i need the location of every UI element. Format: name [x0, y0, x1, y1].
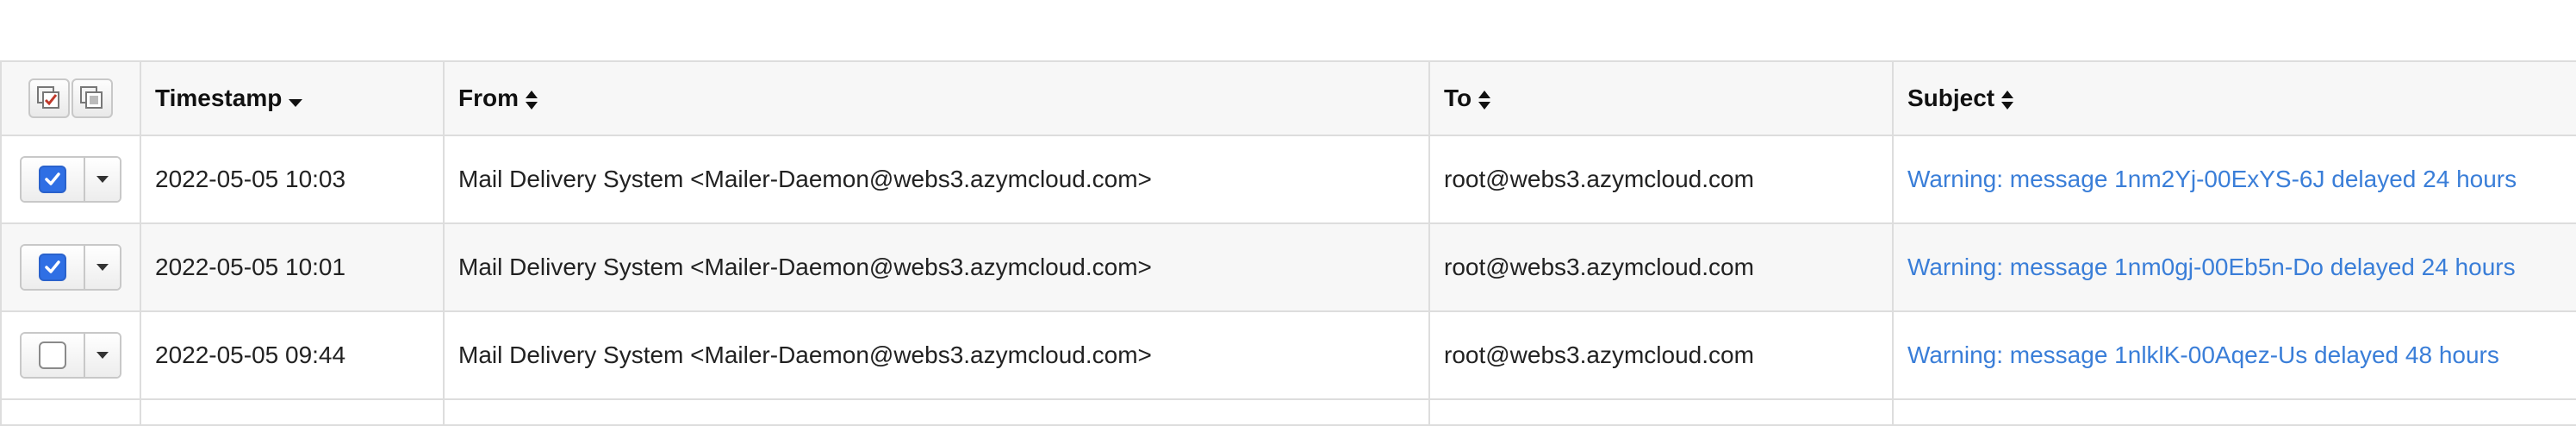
- row-select-cell: [0, 398, 141, 426]
- chevron-down-icon: [96, 352, 109, 359]
- message-list: Timestamp From To Subject 2022-05-05 10:…: [0, 60, 2576, 426]
- row-select-control: [20, 332, 121, 379]
- row-menu-button[interactable]: [85, 158, 120, 201]
- sort-icon: [1478, 90, 1491, 110]
- sort-desc-icon: [289, 99, 303, 108]
- to-cell: root@webs3.azymcloud.com: [1428, 135, 1894, 224]
- subject-cell: [1892, 398, 2576, 426]
- row-select-cell: [0, 310, 141, 400]
- to-cell: [1428, 398, 1894, 426]
- subject-cell: Warning: message 1nm0gj-00Eb5n-Do delaye…: [1892, 222, 2576, 312]
- to-cell: root@webs3.azymcloud.com: [1428, 310, 1894, 400]
- column-label-from: From: [458, 85, 519, 111]
- to-cell: root@webs3.azymcloud.com: [1428, 222, 1894, 312]
- chevron-down-icon: [96, 264, 109, 271]
- row-select-control: [20, 244, 121, 291]
- from-cell: Mail Delivery System <Mailer-Daemon@webs…: [443, 135, 1430, 224]
- sort-icon: [526, 90, 538, 110]
- row-checkbox-button[interactable]: [22, 246, 85, 289]
- timestamp-cell: 2022-05-05 09:44: [140, 310, 445, 400]
- subject-link[interactable]: Warning: message 1nlklK-00Aqez-Us delaye…: [1907, 341, 2499, 368]
- column-label-subject: Subject: [1907, 85, 1995, 111]
- table-row[interactable]: 2022-05-05 10:03 Mail Delivery System <M…: [0, 135, 2576, 224]
- column-header-timestamp[interactable]: Timestamp: [140, 60, 445, 136]
- row-select-cell: [0, 222, 141, 312]
- from-cell: Mail Delivery System <Mailer-Daemon@webs…: [443, 310, 1430, 400]
- row-checkbox-button[interactable]: [22, 158, 85, 201]
- table-row-partial: [0, 398, 2576, 426]
- checkbox-checked-icon[interactable]: [39, 166, 66, 193]
- subject-link[interactable]: Warning: message 1nm0gj-00Eb5n-Do delaye…: [1907, 254, 2516, 280]
- table-row[interactable]: 2022-05-05 10:01 Mail Delivery System <M…: [0, 222, 2576, 312]
- row-select-control: [20, 156, 121, 203]
- row-select-cell: [0, 135, 141, 224]
- select-header: [0, 60, 141, 136]
- column-label-to: To: [1444, 85, 1472, 111]
- from-cell: Mail Delivery System <Mailer-Daemon@webs…: [443, 222, 1430, 312]
- column-label-timestamp: Timestamp: [155, 85, 283, 111]
- select-none-button[interactable]: [72, 78, 113, 118]
- subject-cell: Warning: message 1nm2Yj-00ExYS-6J delaye…: [1892, 135, 2576, 224]
- checkbox-checked-icon[interactable]: [39, 254, 66, 281]
- column-header-subject[interactable]: Subject: [1892, 60, 2576, 136]
- sort-icon: [2001, 90, 2014, 110]
- subject-link[interactable]: Warning: message 1nm2Yj-00ExYS-6J delaye…: [1907, 166, 2517, 192]
- chevron-down-icon: [96, 176, 109, 183]
- subject-cell: Warning: message 1nlklK-00Aqez-Us delaye…: [1892, 310, 2576, 400]
- from-cell: [443, 398, 1430, 426]
- table-header-row: Timestamp From To Subject: [0, 60, 2576, 136]
- timestamp-cell: [140, 398, 445, 426]
- select-all-button[interactable]: [28, 78, 70, 118]
- row-checkbox-button[interactable]: [22, 334, 85, 377]
- column-header-from[interactable]: From: [443, 60, 1430, 136]
- messages-table: Timestamp From To Subject 2022-05-05 10:…: [0, 60, 2576, 426]
- checkbox-unchecked-icon[interactable]: [39, 341, 66, 369]
- column-header-to[interactable]: To: [1428, 60, 1894, 136]
- timestamp-cell: 2022-05-05 10:03: [140, 135, 445, 224]
- select-all-icon: [37, 86, 59, 109]
- row-menu-button[interactable]: [85, 334, 120, 377]
- timestamp-cell: 2022-05-05 10:01: [140, 222, 445, 312]
- table-row[interactable]: 2022-05-05 09:44 Mail Delivery System <M…: [0, 310, 2576, 400]
- select-none-icon: [80, 86, 103, 109]
- row-menu-button[interactable]: [85, 246, 120, 289]
